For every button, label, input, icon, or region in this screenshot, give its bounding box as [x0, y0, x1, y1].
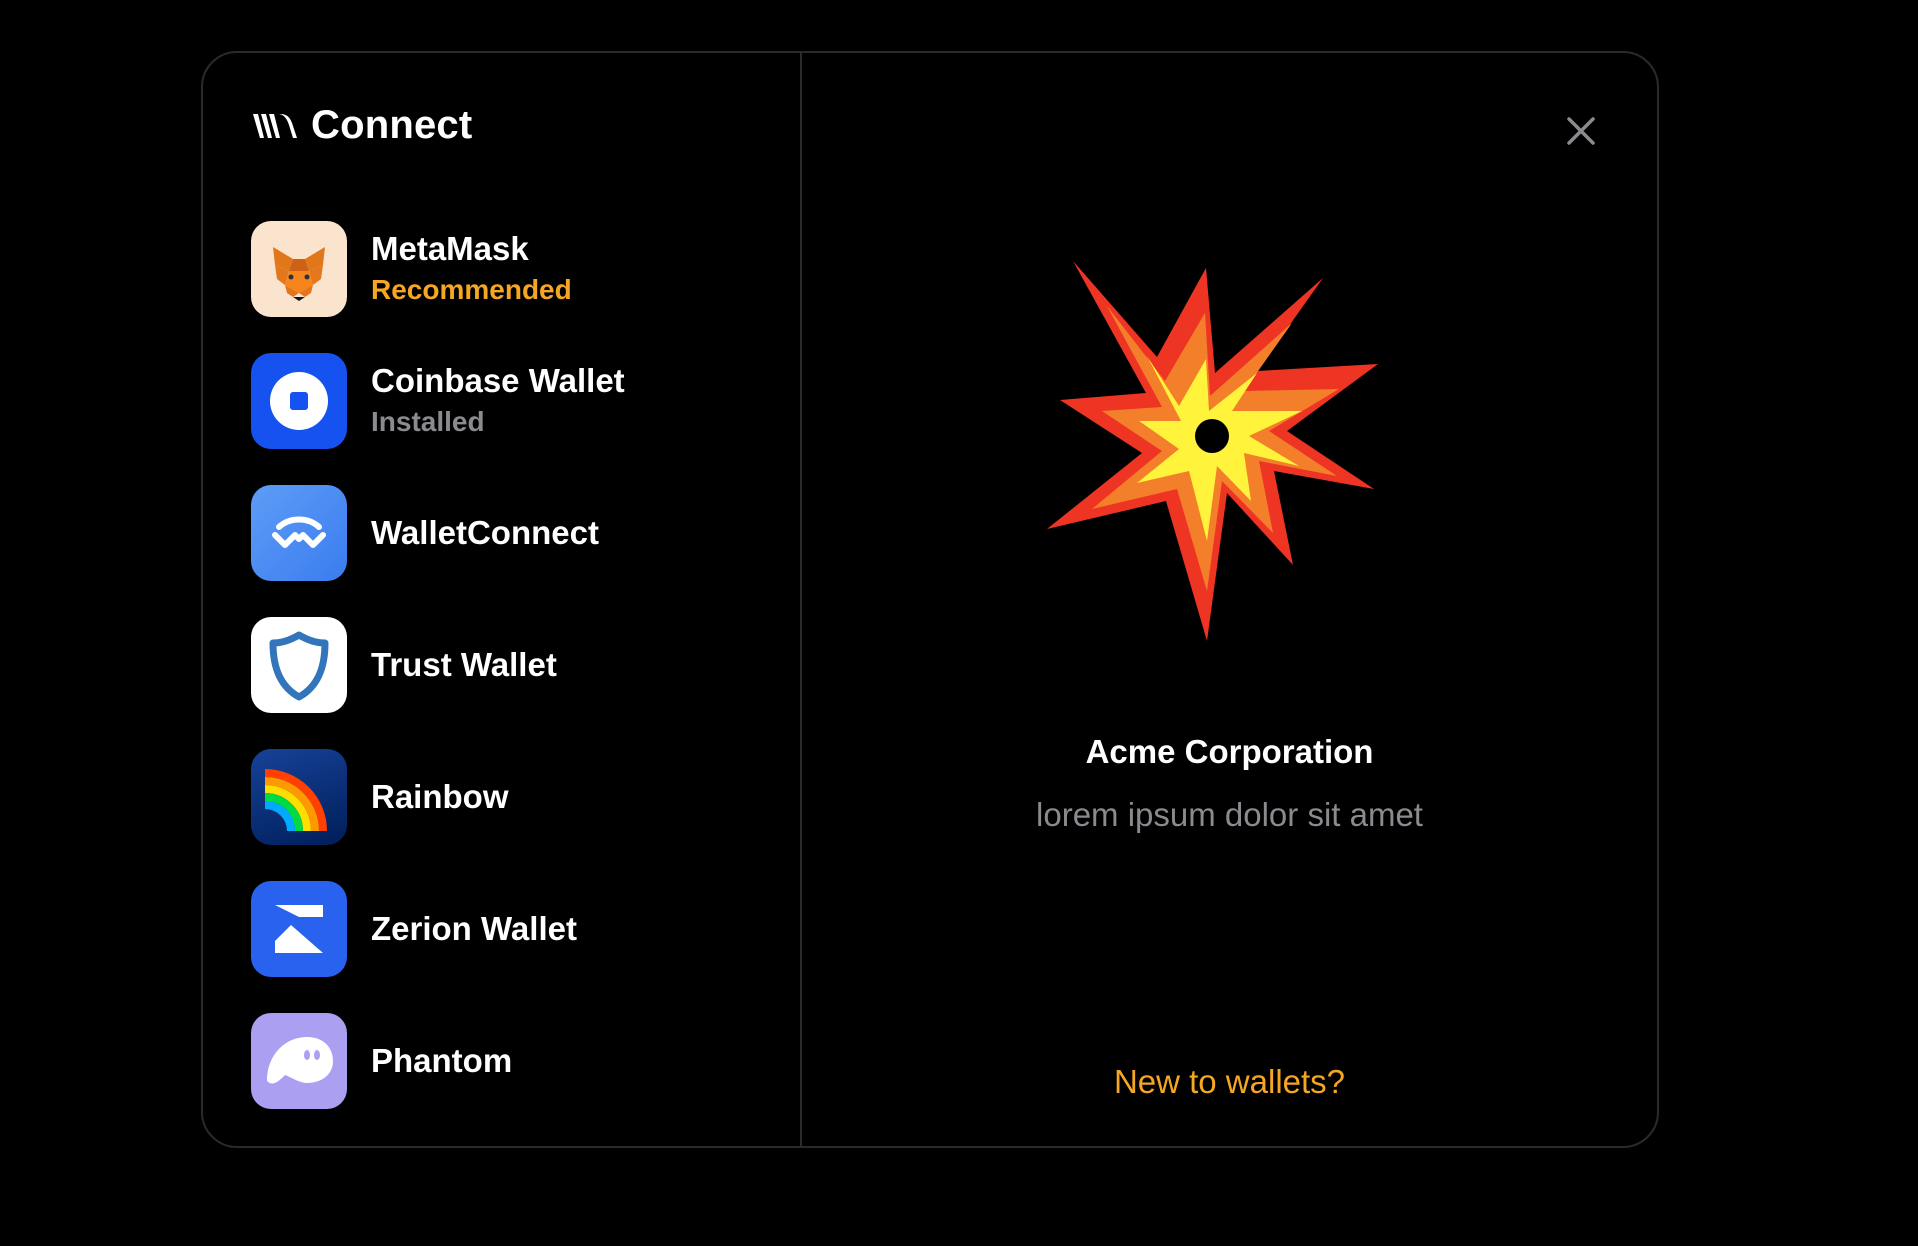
org-name: Acme Corporation: [1085, 733, 1374, 770]
org-description: lorem ipsum dolor sit amet: [1036, 796, 1423, 833]
close-icon: [1567, 117, 1595, 145]
wallet-item-coinbase[interactable]: Coinbase Wallet Installed: [251, 353, 625, 449]
wallet-status-recommended: Recommended: [371, 274, 572, 305]
wallet-name: Zerion Wallet: [371, 910, 577, 947]
wallet-name: MetaMask: [371, 230, 529, 267]
explosion-icon: [1047, 261, 1378, 641]
walletkit-logo-icon: [253, 113, 297, 138]
wallet-item-walletconnect[interactable]: WalletConnect: [251, 485, 625, 581]
wallet-text: Rainbow: [371, 777, 509, 817]
wallet-name: Phantom: [371, 1042, 513, 1079]
wallet-text: WalletConnect: [371, 513, 599, 553]
zerion-icon: [251, 881, 347, 977]
wallet-item-trust[interactable]: Trust Wallet: [251, 617, 625, 713]
coinbase-icon: [251, 353, 347, 449]
modal-title: Connect: [311, 103, 473, 147]
wallet-text: Coinbase Wallet Installed: [371, 361, 625, 441]
modal-header: Connect: [251, 103, 472, 148]
phantom-ghost-icon: [251, 1013, 347, 1109]
close-button[interactable]: [1557, 107, 1605, 155]
wallet-item-zerion[interactable]: Zerion Wallet: [251, 881, 625, 977]
wallet-item-metamask[interactable]: MetaMask Recommended: [251, 221, 625, 317]
metamask-fox-icon: [251, 221, 347, 317]
wallet-text: MetaMask Recommended: [371, 229, 572, 309]
wallet-list-panel: Connect MetaMask Recommended Coinbase Wa…: [203, 53, 802, 1146]
connect-modal: Connect MetaMask Recommended Coinbase Wa…: [201, 51, 1659, 1148]
wallet-name: Coinbase Wallet: [371, 362, 625, 399]
walletconnect-icon: [251, 485, 347, 581]
wallet-detail-panel: Acme Corporation lorem ipsum dolor sit a…: [802, 53, 1657, 1146]
new-to-wallets-link[interactable]: New to wallets?: [802, 1063, 1657, 1101]
rainbow-icon: [251, 749, 347, 845]
wallet-name: Rainbow: [371, 778, 509, 815]
wallet-list: MetaMask Recommended Coinbase Wallet Ins…: [251, 221, 625, 1145]
wallet-text: Trust Wallet: [371, 645, 557, 685]
wallet-text: Zerion Wallet: [371, 909, 577, 949]
wallet-text: Phantom: [371, 1041, 512, 1081]
wallet-item-rainbow[interactable]: Rainbow: [251, 749, 625, 845]
wallet-name: Trust Wallet: [371, 646, 557, 683]
wallet-item-phantom[interactable]: Phantom: [251, 1013, 625, 1109]
wallet-status-installed: Installed: [371, 406, 485, 437]
wallet-name: WalletConnect: [371, 514, 599, 551]
trust-shield-icon: [251, 617, 347, 713]
